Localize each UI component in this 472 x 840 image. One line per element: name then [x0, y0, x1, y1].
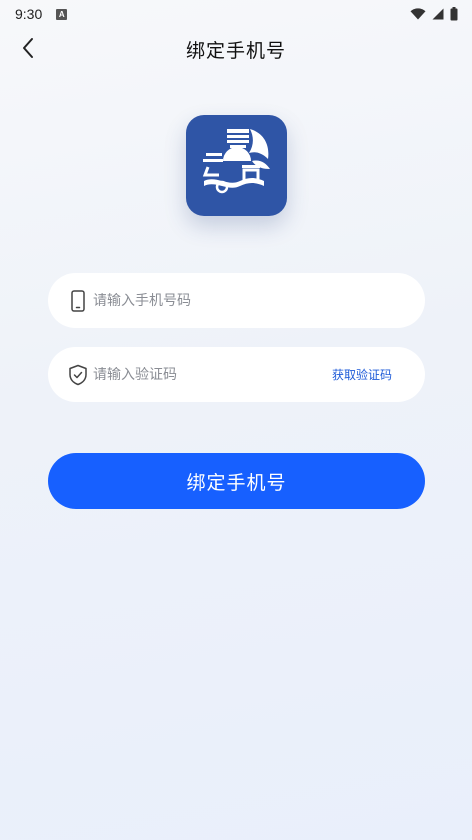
shield-check-icon — [67, 363, 89, 387]
status-bar: 9:30 A — [0, 0, 472, 28]
phone-icon — [67, 289, 89, 313]
wifi-icon — [410, 8, 426, 20]
phone-input[interactable] — [93, 292, 405, 309]
nav-bar: 绑定手机号 — [0, 28, 472, 68]
phone-field — [48, 273, 425, 328]
battery-icon — [450, 7, 458, 21]
status-time: 9:30 — [15, 6, 43, 22]
signal-icon — [432, 8, 444, 20]
bind-phone-button[interactable]: 绑定手机号 — [48, 453, 425, 509]
code-field: 获取验证码 — [48, 347, 425, 402]
status-icons — [410, 7, 458, 21]
page-title: 绑定手机号 — [185, 40, 286, 62]
logo-emblem-icon — [202, 129, 270, 194]
notification-badge: A — [56, 8, 68, 20]
code-input[interactable] — [93, 366, 332, 383]
app-logo — [186, 115, 287, 216]
get-code-button[interactable]: 获取验证码 — [332, 366, 392, 383]
